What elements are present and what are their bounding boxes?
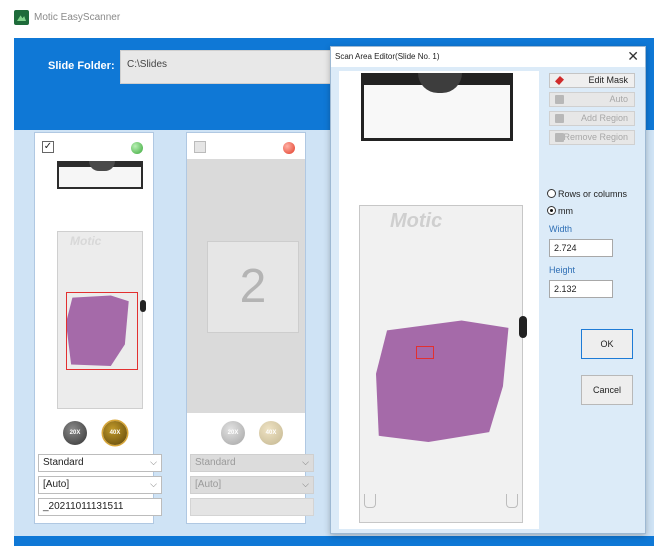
rows-or-columns-radio[interactable]: Rows or columns	[547, 189, 627, 199]
bottom-status-bar	[14, 536, 654, 546]
remove-region-label: Remove Region	[563, 132, 628, 142]
rows-or-columns-label: Rows or columns	[558, 189, 628, 199]
slot-2-number: 2	[207, 241, 299, 333]
slot-2-scan-mode-select[interactable]: Standard ⌵	[190, 454, 314, 472]
mm-radio[interactable]: mm	[547, 206, 573, 216]
slot-2-checkbox[interactable]	[194, 141, 206, 153]
slot-2-40x-button[interactable]: 40X	[259, 421, 283, 445]
radio-on-icon	[547, 206, 556, 215]
chevron-down-icon: ⌵	[302, 479, 309, 489]
width-label: Width	[549, 224, 573, 234]
slot-1-slide-name-input[interactable]: _20211011131511	[38, 498, 162, 516]
auto-button[interactable]: Auto	[549, 92, 635, 107]
ok-button[interactable]: OK	[581, 329, 633, 359]
close-icon[interactable]: ✕	[627, 48, 639, 65]
mm-label: mm	[558, 206, 573, 216]
scan-area-editor-dialog: Scan Area Editor(Slide No. 1) ✕ Motic Ed…	[330, 46, 646, 534]
slide-clip	[519, 316, 527, 338]
height-input[interactable]: 2.132	[549, 280, 613, 298]
slot-2-slide-name-input[interactable]	[190, 498, 314, 516]
slot-1-scan-mode-value: Standard	[43, 457, 84, 468]
remove-region-button[interactable]: Remove Region	[549, 130, 635, 145]
cancel-button[interactable]: Cancel	[581, 375, 633, 405]
tissue-sample	[376, 320, 509, 442]
dialog-title: Scan Area Editor(Slide No. 1)	[335, 52, 440, 61]
slot-2-20x-button[interactable]: 20X	[221, 421, 245, 445]
height-label: Height	[549, 265, 576, 275]
slide-preview-canvas[interactable]: Motic	[339, 71, 539, 529]
slide-glass[interactable]: Motic	[359, 205, 527, 523]
slot-1-checkbox[interactable]: ✓	[42, 141, 54, 153]
window-title: Motic EasyScanner	[34, 12, 121, 23]
eraser-icon	[555, 76, 564, 85]
slot-2-scan-mode-value: Standard	[195, 457, 236, 468]
motic-app-icon	[14, 10, 29, 25]
auto-region-icon	[555, 95, 564, 104]
slot-1-slide-preview[interactable]: Motic	[57, 231, 146, 409]
slot-1-scan-mode-select[interactable]: Standard ⌵	[38, 454, 162, 472]
window-titlebar: Motic EasyScanner	[0, 0, 654, 38]
add-region-button[interactable]: Add Region	[549, 111, 635, 126]
slot-2-focus-mode-value: [Auto]	[195, 479, 222, 490]
chevron-down-icon: ⌵	[150, 479, 157, 489]
add-region-icon	[555, 114, 564, 123]
remove-region-icon	[555, 133, 564, 142]
radio-off-icon	[547, 189, 556, 198]
slot-1-scan-region[interactable]	[66, 292, 138, 370]
slot-1-status-indicator	[131, 142, 143, 154]
slot-1-slide-label-area	[57, 161, 143, 189]
slot-1-slide-clip	[140, 300, 146, 312]
chevron-down-icon: ⌵	[302, 457, 309, 467]
slot-1-40x-button[interactable]: 40X	[103, 421, 127, 445]
slot-2-focus-mode-select[interactable]: [Auto] ⌵	[190, 476, 314, 494]
slot-1-focus-mode-select[interactable]: [Auto] ⌵	[38, 476, 162, 494]
auto-label: Auto	[609, 94, 628, 104]
slide-logo: Motic	[390, 210, 443, 232]
chevron-down-icon: ⌵	[150, 457, 157, 467]
slide-corner-mark	[506, 494, 518, 508]
edit-mask-button[interactable]: Edit Mask	[549, 73, 635, 88]
edit-mask-label: Edit Mask	[588, 75, 628, 85]
slot-1-slide-logo: Motic	[70, 234, 102, 248]
slot-2-status-indicator	[283, 142, 295, 154]
width-input[interactable]: 2.724	[549, 239, 613, 257]
slide-corner-mark	[364, 494, 376, 508]
easyscanner-window: Motic EasyScanner Slide Folder: C:\Slide…	[0, 0, 654, 546]
slide-label-area	[361, 73, 513, 141]
scan-region-marker[interactable]	[416, 346, 434, 359]
dialog-titlebar: Scan Area Editor(Slide No. 1) ✕	[331, 47, 645, 67]
slide-folder-input[interactable]: C:\Slides	[120, 50, 340, 84]
slot-1-20x-button[interactable]: 20X	[63, 421, 87, 445]
add-region-label: Add Region	[580, 113, 628, 123]
slide-folder-label: Slide Folder:	[48, 60, 115, 72]
slot-1-focus-mode-value: [Auto]	[43, 479, 70, 490]
